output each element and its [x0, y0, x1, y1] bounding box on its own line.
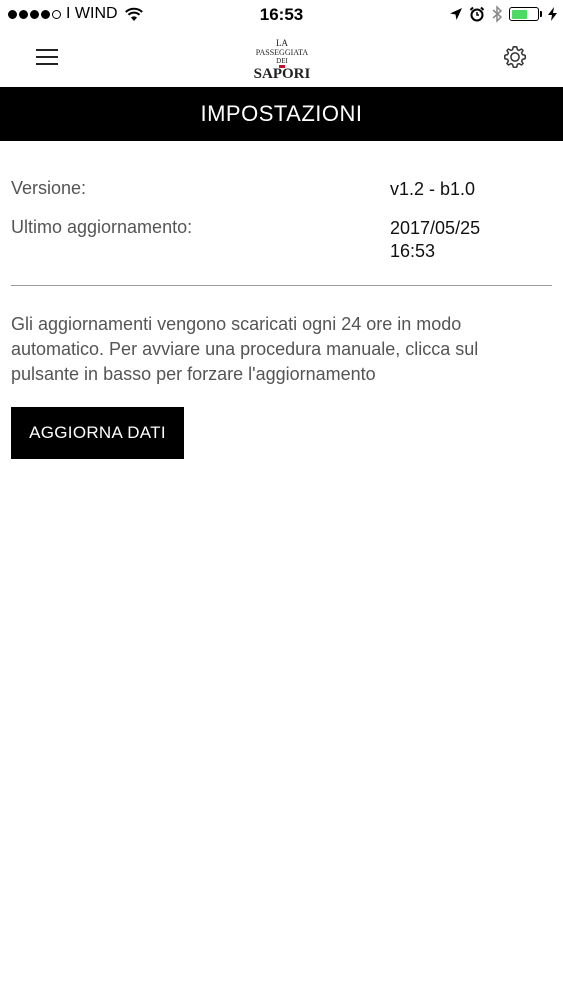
last-update-label: Ultimo aggiornamento: — [11, 217, 193, 237]
svg-text:SAPORI: SAPORI — [254, 66, 311, 82]
app-logo: LA PASSEGGIATA DEI SAPORI — [254, 38, 311, 82]
last-update-time: 16:53 — [390, 241, 436, 261]
page-title-bar: IMPOSTAZIONI — [0, 87, 563, 141]
svg-text:PASSEGGIATA: PASSEGGIATA — [256, 48, 309, 57]
last-update-value: 2017/05/25 16:53 — [390, 217, 550, 263]
hamburger-menu-icon[interactable] — [36, 46, 60, 68]
page-title: IMPOSTAZIONI — [200, 101, 363, 126]
svg-text:DEI: DEI — [276, 57, 288, 65]
svg-text:LA: LA — [276, 38, 288, 48]
battery-level — [511, 9, 527, 19]
update-data-button[interactable]: AGGIORNA DATI — [11, 407, 184, 459]
alarm-icon — [469, 6, 485, 22]
status-bar: I WIND 16:53 — [0, 0, 563, 30]
gear-icon[interactable] — [502, 44, 528, 70]
bluetooth-icon — [492, 5, 503, 23]
location-arrow-icon — [450, 8, 462, 20]
last-update-date: 2017/05/25 — [390, 218, 481, 238]
status-bar-right — [449, 5, 557, 23]
charging-bolt-icon — [548, 7, 557, 21]
battery-body — [509, 7, 539, 21]
divider — [11, 285, 552, 286]
update-description: Gli aggiornamenti vengono scaricati ogni… — [11, 314, 479, 384]
version-label: Versione: — [11, 178, 87, 198]
battery-icon — [509, 7, 542, 21]
battery-tip — [540, 11, 542, 17]
nav-bar: LA PASSEGGIATA DEI SAPORI — [0, 30, 563, 87]
version-value: v1.2 - b1.0 — [390, 179, 476, 199]
